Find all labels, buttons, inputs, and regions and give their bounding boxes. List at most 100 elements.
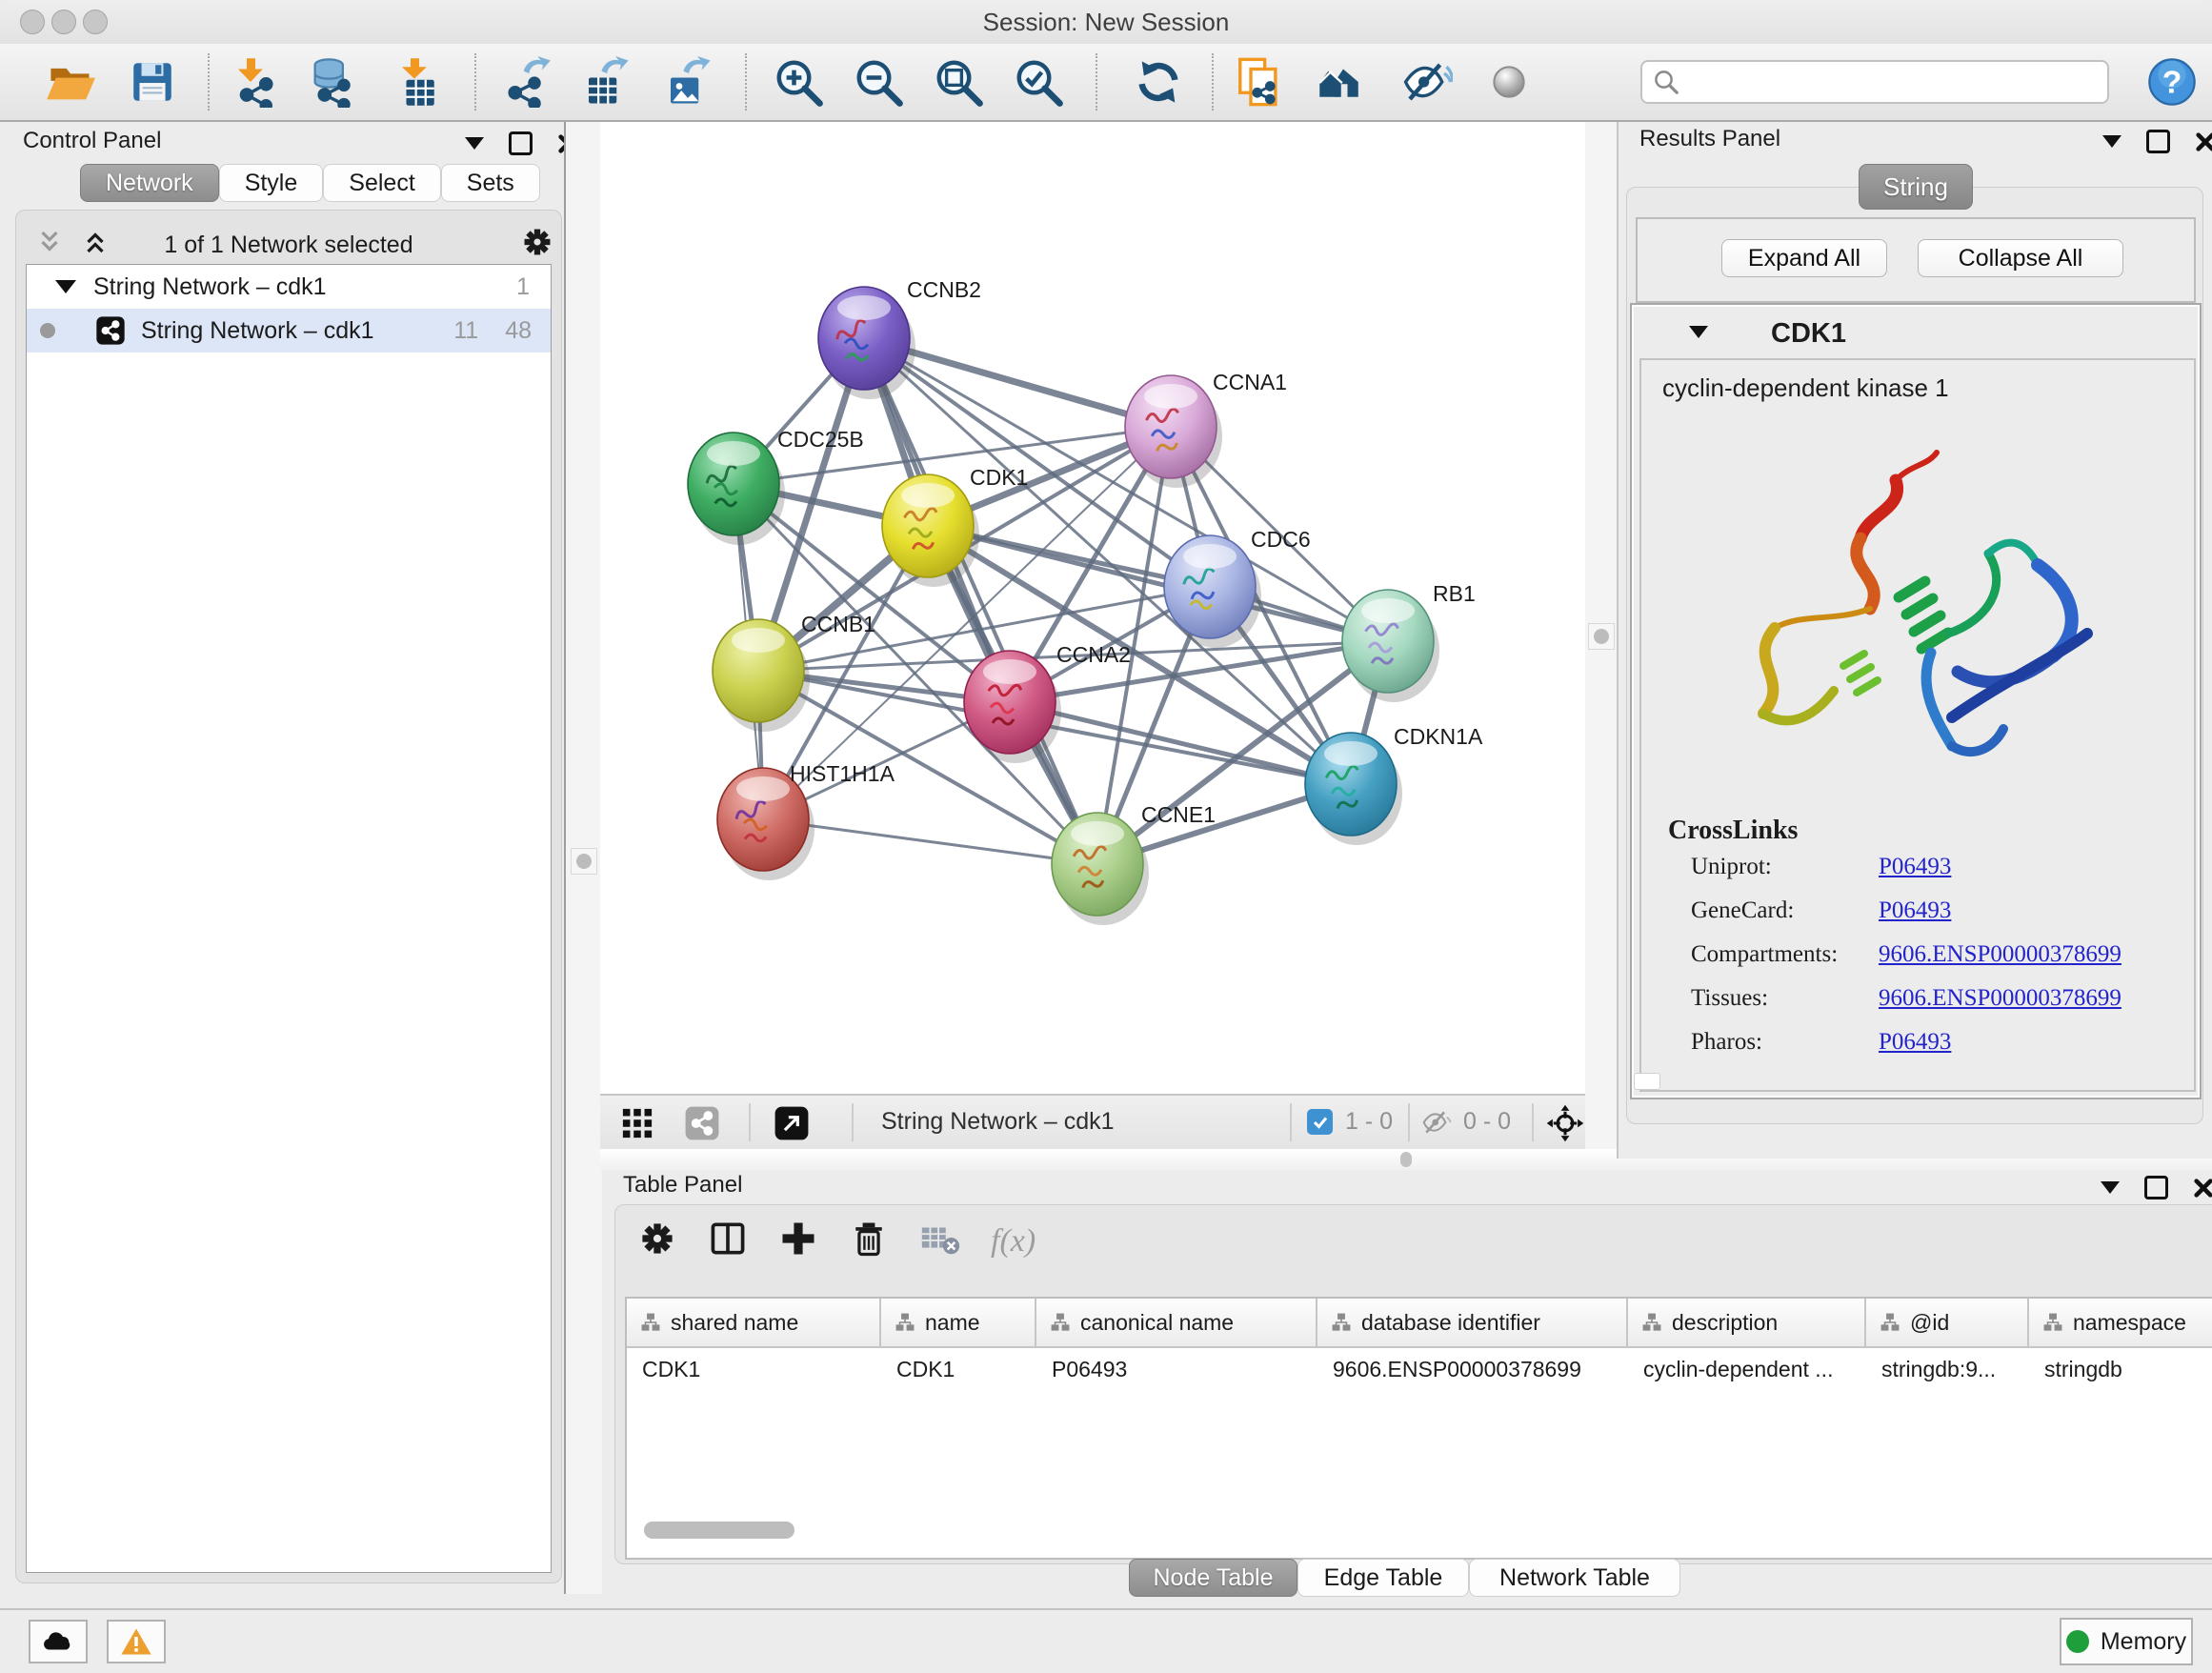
network-tree-root-row[interactable]: String Network – cdk1 1 <box>27 265 551 309</box>
column-header-shared-name[interactable]: shared name <box>627 1299 881 1346</box>
zoom-out-button[interactable] <box>852 55 905 109</box>
table-settings-button[interactable] <box>636 1218 678 1264</box>
tab-network-table[interactable]: Network Table <box>1469 1559 1680 1597</box>
import-network-button[interactable] <box>229 55 282 109</box>
right-splitter[interactable] <box>1585 122 1617 1159</box>
zoom-in-button[interactable] <box>772 55 825 109</box>
network-node-label-CCNA1: CCNA1 <box>1213 370 1287 394</box>
column-header-label: shared name <box>671 1310 798 1336</box>
crosslink-value-link[interactable]: P06493 <box>1879 1029 1951 1056</box>
export-network-icon <box>500 56 552 108</box>
network-node-count: 11 <box>453 317 478 345</box>
table-cell[interactable]: P06493 <box>1036 1348 1317 1390</box>
selected-items-checkbox[interactable] <box>1307 1109 1333 1135</box>
table-row[interactable]: CDK1CDK1P064939606.ENSP00000378699cyclin… <box>627 1348 2212 1390</box>
results-panel-close-icon[interactable] <box>2195 131 2212 152</box>
table-cell[interactable]: stringdb <box>2029 1348 2212 1390</box>
control-panel-collapse-icon[interactable] <box>465 137 484 150</box>
detach-view-button[interactable] <box>774 1105 810 1146</box>
results-panel-float-icon[interactable] <box>2146 130 2170 153</box>
column-header--id[interactable]: @id <box>1866 1299 2029 1346</box>
function-builder-button[interactable]: f(x) <box>991 1223 1036 1260</box>
crosslink-value-link[interactable]: 9606.ENSP00000378699 <box>1879 985 2122 1012</box>
help-button[interactable]: ? <box>2145 55 2199 109</box>
collapse-all-button[interactable]: Collapse All <box>1918 239 2123 277</box>
zoom-fit-button[interactable] <box>932 55 985 109</box>
column-header-namespace[interactable]: namespace <box>2029 1299 2212 1346</box>
delete-table-button[interactable] <box>918 1217 962 1265</box>
network-edge-CCNB2-CCNE1[interactable] <box>864 338 1097 864</box>
node-glass-highlight <box>983 659 1036 684</box>
table-cell[interactable]: stringdb:9... <box>1866 1348 2029 1390</box>
center-view-button[interactable] <box>1545 1103 1585 1148</box>
hide-unhide-button[interactable] <box>1400 55 1454 109</box>
entry-expand-triangle-icon[interactable] <box>1689 326 1708 338</box>
cloud-button[interactable] <box>29 1620 88 1663</box>
import-network-from-database-button[interactable] <box>309 55 362 109</box>
entry-gene-name: CDK1 <box>1771 318 1846 350</box>
export-image-button[interactable] <box>661 55 714 109</box>
search-input[interactable] <box>1640 60 2109 104</box>
save-session-button[interactable] <box>126 55 179 109</box>
table-cell[interactable]: CDK1 <box>627 1348 881 1390</box>
annotation-mode-button[interactable] <box>1482 55 1536 109</box>
tab-select[interactable]: Select <box>323 164 440 202</box>
warnings-button[interactable] <box>107 1620 166 1663</box>
right-splitter-handle[interactable] <box>1588 623 1615 650</box>
tab-node-table[interactable]: Node Table <box>1129 1559 1297 1597</box>
column-header-canonical-name[interactable]: canonical name <box>1036 1299 1317 1346</box>
export-table-button[interactable] <box>579 55 633 109</box>
results-actions-bar: Expand All Collapse All <box>1636 217 2196 303</box>
network-tree-child-row[interactable]: String Network – cdk1 11 48 <box>27 309 551 353</box>
memory-button[interactable]: Memory <box>2060 1618 2193 1665</box>
crosslink-value-link[interactable]: P06493 <box>1879 897 1951 924</box>
network-badge-button[interactable] <box>684 1105 720 1146</box>
footer-separator <box>749 1103 751 1141</box>
refresh-button[interactable] <box>1132 55 1185 109</box>
add-column-button[interactable] <box>777 1218 819 1264</box>
columns-icon <box>707 1218 749 1260</box>
left-splitter-handle[interactable] <box>571 848 597 875</box>
left-splitter[interactable] <box>564 122 602 1594</box>
results-tab-string[interactable]: String <box>1859 164 1973 210</box>
string-network-graph[interactable]: CCNB2CCNA1CDC25BCDK1CDC6RB1CCNB1CCNA2CDK… <box>600 122 1585 1094</box>
table-cell[interactable]: 9606.ENSP00000378699 <box>1317 1348 1628 1390</box>
expand-all-button[interactable]: Expand All <box>1721 239 1887 277</box>
column-hierarchy-icon <box>1331 1312 1352 1333</box>
table-panel-collapse-icon[interactable] <box>2101 1181 2120 1194</box>
tab-network[interactable]: Network <box>80 164 219 202</box>
crosslink-value-link[interactable]: P06493 <box>1879 854 1951 880</box>
table-cell[interactable]: CDK1 <box>881 1348 1036 1390</box>
entry-scrollbar-corner[interactable] <box>1634 1073 1660 1090</box>
open-session-button[interactable] <box>44 55 97 109</box>
control-panel-float-icon[interactable] <box>509 131 533 155</box>
column-header-database-identifier[interactable]: database identifier <box>1317 1299 1628 1346</box>
network-tree: String Network – cdk1 1 String Network –… <box>26 264 552 1573</box>
tree-expand-triangle-icon[interactable] <box>55 280 76 293</box>
table-horizontal-scrollbar[interactable] <box>644 1522 794 1539</box>
column-header-name[interactable]: name <box>881 1299 1036 1346</box>
network-edge-CDK1-RB1[interactable] <box>928 526 1388 641</box>
results-panel-collapse-icon[interactable] <box>2102 135 2122 148</box>
table-panel-float-icon[interactable] <box>2144 1176 2168 1199</box>
show-columns-button[interactable] <box>707 1218 749 1264</box>
tab-sets[interactable]: Sets <box>441 164 540 202</box>
memory-label: Memory <box>2101 1628 2186 1656</box>
column-header-description[interactable]: description <box>1628 1299 1866 1346</box>
tab-edge-table[interactable]: Edge Table <box>1297 1559 1469 1597</box>
network-view-canvas[interactable]: CCNB2CCNA1CDC25BCDK1CDC6RB1CCNB1CCNA2CDK… <box>600 122 1586 1094</box>
crosslink-value-link[interactable]: 9606.ENSP00000378699 <box>1879 941 2122 968</box>
network-options-gear-button[interactable] <box>519 224 555 265</box>
table-cell[interactable]: cyclin-dependent ... <box>1628 1348 1866 1390</box>
import-table-button[interactable] <box>392 55 446 109</box>
memory-status-dot <box>2066 1630 2089 1653</box>
zoom-selected-button[interactable] <box>1012 55 1065 109</box>
home-view-button[interactable] <box>1317 55 1370 109</box>
grid-view-button[interactable] <box>621 1107 654 1144</box>
delete-column-button[interactable] <box>848 1218 890 1264</box>
export-network-button[interactable] <box>499 55 553 109</box>
tab-style[interactable]: Style <box>219 164 324 202</box>
horizontal-splitter-handle[interactable] <box>1400 1152 1412 1167</box>
clone-network-button[interactable] <box>1233 55 1286 109</box>
table-panel-close-icon[interactable] <box>2193 1178 2212 1199</box>
